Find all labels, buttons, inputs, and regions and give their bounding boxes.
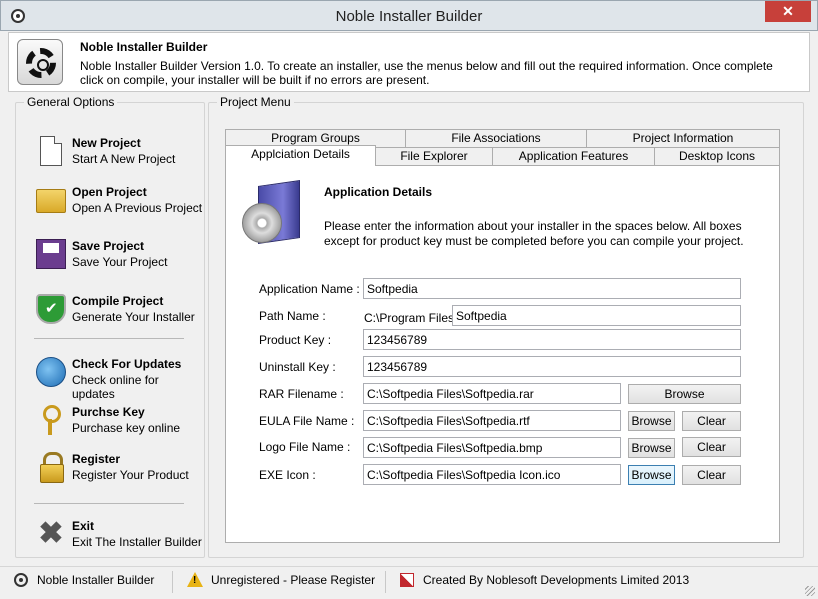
noblesoft-logo-icon [400, 573, 414, 587]
logo-filename-label: Logo File Name : [259, 440, 351, 454]
compile-project-button[interactable]: Compile Project Generate Your Installer [34, 292, 204, 328]
eula-filename-label: EULA File Name : [259, 414, 355, 428]
new-project-label: New Project [72, 136, 141, 150]
purchase-key-button[interactable]: Purchse Key Purchase key online [34, 403, 204, 439]
path-name-label: Path Name : [259, 309, 326, 323]
application-name-input[interactable]: Softpedia [363, 278, 741, 299]
save-project-sublabel: Save Your Project [72, 255, 168, 269]
window-titlebar: Noble Installer Builder ✕ [0, 0, 818, 31]
status-app-name: Noble Installer Builder [37, 573, 155, 587]
logo-browse-button[interactable]: Browse [628, 438, 675, 458]
tab-application-details[interactable]: Applciation Details [225, 145, 376, 166]
save-project-label: Save Project [72, 239, 145, 253]
general-options-title: General Options [24, 95, 118, 109]
divider [34, 503, 184, 504]
close-window-button[interactable]: ✕ [765, 1, 811, 22]
uninstall-key-label: Uninstall Key : [259, 360, 336, 374]
save-project-button[interactable]: Save Project Save Your Project [34, 237, 204, 273]
status-divider [385, 571, 386, 593]
header-title: Noble Installer Builder [80, 40, 208, 54]
status-bar: Noble Installer Builder ! Unregistered -… [0, 566, 818, 599]
purchase-key-sublabel: Purchase key online [72, 421, 181, 435]
exe-icon-label: EXE Icon : [259, 468, 316, 482]
close-x-icon: ✖ [38, 517, 64, 550]
gear-logo-icon [17, 39, 63, 85]
header-banner: Noble Installer Builder Noble Installer … [8, 32, 810, 92]
logo-clear-button[interactable]: Clear [682, 437, 741, 457]
register-sublabel: Register Your Product [72, 468, 189, 482]
status-credits: Created By Noblesoft Developments Limite… [423, 573, 690, 587]
compile-project-sublabel: Generate Your Installer [72, 310, 195, 324]
software-box-icon [242, 180, 304, 245]
rar-filename-label: RAR Filename : [259, 387, 344, 401]
tab-application-features[interactable]: Application Features [492, 147, 655, 165]
divider [34, 338, 184, 339]
section-title: Application Details [324, 185, 433, 199]
rar-filename-input[interactable]: C:\Softpedia Files\Softpedia.rar [363, 383, 621, 404]
path-name-input[interactable]: Softpedia [452, 305, 741, 326]
gear-icon [14, 573, 28, 587]
uninstall-key-input[interactable]: 123456789 [363, 356, 741, 377]
exit-sublabel: Exit The Installer Builder [72, 535, 202, 549]
check-updates-button[interactable]: Check For Updates Check online for updat… [34, 355, 204, 401]
path-prefix-label: C:\Program Files\ [364, 311, 458, 325]
eula-filename-input[interactable]: C:\Softpedia Files\Softpedia.rtf [363, 410, 621, 431]
status-registration[interactable]: Unregistered - Please Register [211, 573, 375, 587]
header-description: Noble Installer Builder Version 1.0. To … [80, 59, 773, 87]
open-project-label: Open Project [72, 185, 147, 199]
purchase-key-label: Purchse Key [72, 405, 145, 419]
register-label: Register [72, 452, 121, 466]
new-document-icon [40, 136, 62, 166]
shield-check-icon [36, 294, 66, 324]
application-name-label: Application Name : [259, 282, 360, 296]
resize-grip[interactable] [805, 586, 815, 596]
globe-icon [36, 357, 66, 387]
check-updates-sublabel: Check online for updates [72, 373, 159, 401]
tab-file-associations[interactable]: File Associations [405, 129, 587, 147]
check-updates-label: Check For Updates [72, 357, 182, 371]
exe-clear-button[interactable]: Clear [682, 465, 741, 485]
eula-clear-button[interactable]: Clear [682, 411, 741, 431]
general-options-group: General Options New Project Start A New … [15, 95, 205, 558]
window-title: Noble Installer Builder [335, 8, 483, 25]
product-key-label: Product Key : [259, 333, 332, 347]
new-project-sublabel: Start A New Project [72, 152, 176, 166]
padlock-icon [36, 452, 66, 483]
exe-icon-input[interactable]: C:\Softpedia Files\Softpedia Icon.ico [363, 464, 621, 485]
new-project-button[interactable]: New Project Start A New Project [34, 134, 204, 170]
product-key-input[interactable]: 123456789 [363, 329, 741, 350]
project-menu-title: Project Menu [217, 95, 294, 109]
key-icon [36, 405, 66, 435]
logo-filename-input[interactable]: C:\Softpedia Files\Softpedia.bmp [363, 437, 621, 458]
folder-icon [36, 189, 66, 213]
exit-button[interactable]: ✖ Exit Exit The Installer Builder [34, 517, 204, 553]
eula-browse-button[interactable]: Browse [628, 411, 675, 431]
tab-file-explorer[interactable]: File Explorer [375, 147, 493, 165]
rar-browse-button[interactable]: Browse [628, 384, 741, 404]
floppy-disk-icon [36, 239, 66, 269]
open-project-button[interactable]: Open Project Open A Previous Project [34, 183, 204, 219]
open-project-sublabel: Open A Previous Project [72, 201, 203, 215]
section-description: Please enter the information about your … [324, 219, 744, 248]
compile-project-label: Compile Project [72, 294, 164, 308]
tab-project-information[interactable]: Project Information [586, 129, 780, 147]
register-button[interactable]: Register Register Your Product [34, 450, 204, 486]
tab-desktop-icons[interactable]: Desktop Icons [654, 147, 780, 165]
exit-label: Exit [72, 519, 95, 533]
warning-icon: ! [187, 572, 203, 587]
status-divider [172, 571, 173, 593]
exe-browse-button[interactable]: Browse [628, 465, 675, 485]
